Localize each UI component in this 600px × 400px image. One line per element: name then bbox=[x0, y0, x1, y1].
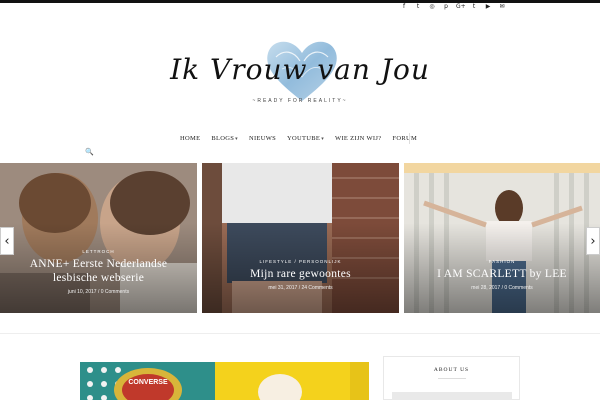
logo-wordmark: Ik Vrouw van Jou bbox=[170, 53, 430, 86]
slide-i-am-scarlett[interactable]: FASHION I AM SCARLETT by LEE mei 28, 201… bbox=[404, 163, 600, 313]
slider-next-button[interactable]: › bbox=[586, 227, 600, 255]
nav-item-blogs[interactable]: BLOGS▾ bbox=[211, 135, 238, 142]
slide-title-line: Mijn rare gewoontes bbox=[250, 268, 351, 280]
slide-title-line: ANNE+ Eerste Nederlandse bbox=[29, 258, 168, 270]
about-us-image bbox=[392, 392, 512, 400]
nav-item-nieuws[interactable]: NIEUWS bbox=[249, 135, 276, 142]
post-image: CONVERSE bbox=[80, 362, 369, 400]
date-text: juni 10, 2017 bbox=[67, 289, 97, 295]
nav-item-label: BLOGS bbox=[211, 135, 235, 142]
slide-title[interactable]: ANNE+ Eerste Nederlandse lesbische webse… bbox=[0, 257, 197, 285]
nav-item-label: NIEUWS bbox=[248, 135, 277, 142]
nav-item-label: FORUM bbox=[392, 135, 418, 142]
comments-link[interactable]: 0 Comments bbox=[504, 285, 532, 291]
nav-divider bbox=[409, 133, 410, 144]
slide-title-line: I AM SCARLETT by LEE bbox=[437, 268, 567, 280]
date-text: mei 31, 2017 bbox=[268, 285, 298, 291]
youtube-icon[interactable]: ▶ bbox=[484, 3, 492, 11]
instagram-icon[interactable]: ◎ bbox=[428, 3, 436, 11]
about-us-widget: ABOUT US bbox=[383, 356, 520, 400]
slide-rare-gewoontes[interactable]: LIFESTYLE / PERSOONLIJK Mijn rare gewoon… bbox=[202, 163, 399, 313]
search-icon[interactable]: 🔍 bbox=[85, 148, 94, 156]
nav-item-label: WIE ZIJN WIJ? bbox=[335, 135, 382, 142]
slide-title[interactable]: Mijn rare gewoontes bbox=[202, 267, 399, 281]
facebook-icon[interactable]: f bbox=[400, 3, 408, 11]
title-underline bbox=[438, 378, 466, 379]
slide-anne[interactable]: LETTROCH ANNE+ Eerste Nederlandse lesbis… bbox=[0, 163, 197, 313]
email-icon[interactable]: ✉ bbox=[498, 3, 506, 11]
nav-item-wie-zijn-wij[interactable]: WIE ZIJN WIJ? bbox=[335, 135, 381, 142]
nav-item-label: HOME bbox=[180, 135, 201, 142]
tumblr-icon[interactable]: t bbox=[470, 3, 478, 11]
chevron-down-icon: ▾ bbox=[321, 137, 325, 142]
comments-link[interactable]: 24 Comments bbox=[301, 285, 332, 291]
slide-category[interactable]: FASHION bbox=[404, 259, 600, 264]
nav-item-label: YOUTUBE bbox=[287, 135, 321, 142]
chevron-down-icon: ▾ bbox=[235, 137, 238, 142]
nav-item-forum[interactable]: FORUM bbox=[392, 135, 417, 142]
nav-item-home[interactable]: HOME bbox=[180, 135, 200, 142]
google-plus-icon[interactable]: G+ bbox=[456, 3, 466, 11]
main-nav: HOME BLOGS▾ NIEUWS YOUTUBE▾ WIE ZIJN WIJ… bbox=[180, 135, 417, 142]
slide-category[interactable]: LETTROCH bbox=[0, 249, 197, 254]
slider-prev-button[interactable]: ‹ bbox=[0, 227, 14, 255]
slide-title-line: lesbische webserie bbox=[52, 272, 145, 284]
slide-date: mei 28, 2017 / 0 Comments bbox=[471, 285, 533, 291]
svg-text:CONVERSE: CONVERSE bbox=[128, 379, 168, 386]
nav-item-youtube[interactable]: YOUTUBE▾ bbox=[287, 135, 324, 142]
featured-slider: LETTROCH ANNE+ Eerste Nederlandse lesbis… bbox=[0, 163, 600, 313]
featured-post-image[interactable]: CONVERSE bbox=[80, 362, 369, 400]
site-logo[interactable]: Ik Vrouw van Jou ~READY FOR REALITY~ bbox=[170, 35, 430, 115]
slide-date: mei 31, 2017 / 24 Comments bbox=[268, 285, 333, 291]
pinterest-icon[interactable]: p bbox=[442, 3, 450, 11]
about-us-title: ABOUT US bbox=[433, 367, 470, 373]
twitter-icon[interactable]: t bbox=[414, 3, 422, 11]
top-bar bbox=[0, 0, 600, 3]
comments-link[interactable]: 0 Comments bbox=[101, 289, 129, 295]
slide-category[interactable]: LIFESTYLE / PERSOONLIJK bbox=[202, 259, 399, 264]
section-divider bbox=[0, 333, 600, 334]
date-text: mei 28, 2017 bbox=[471, 285, 501, 291]
social-links: f t ◎ p G+ t ▶ ✉ bbox=[400, 3, 506, 11]
slide-title[interactable]: I AM SCARLETT by LEE bbox=[404, 267, 600, 281]
logo-tagline: ~READY FOR REALITY~ bbox=[252, 98, 348, 104]
slide-date: juni 10, 2017 / 0 Comments bbox=[67, 289, 130, 295]
